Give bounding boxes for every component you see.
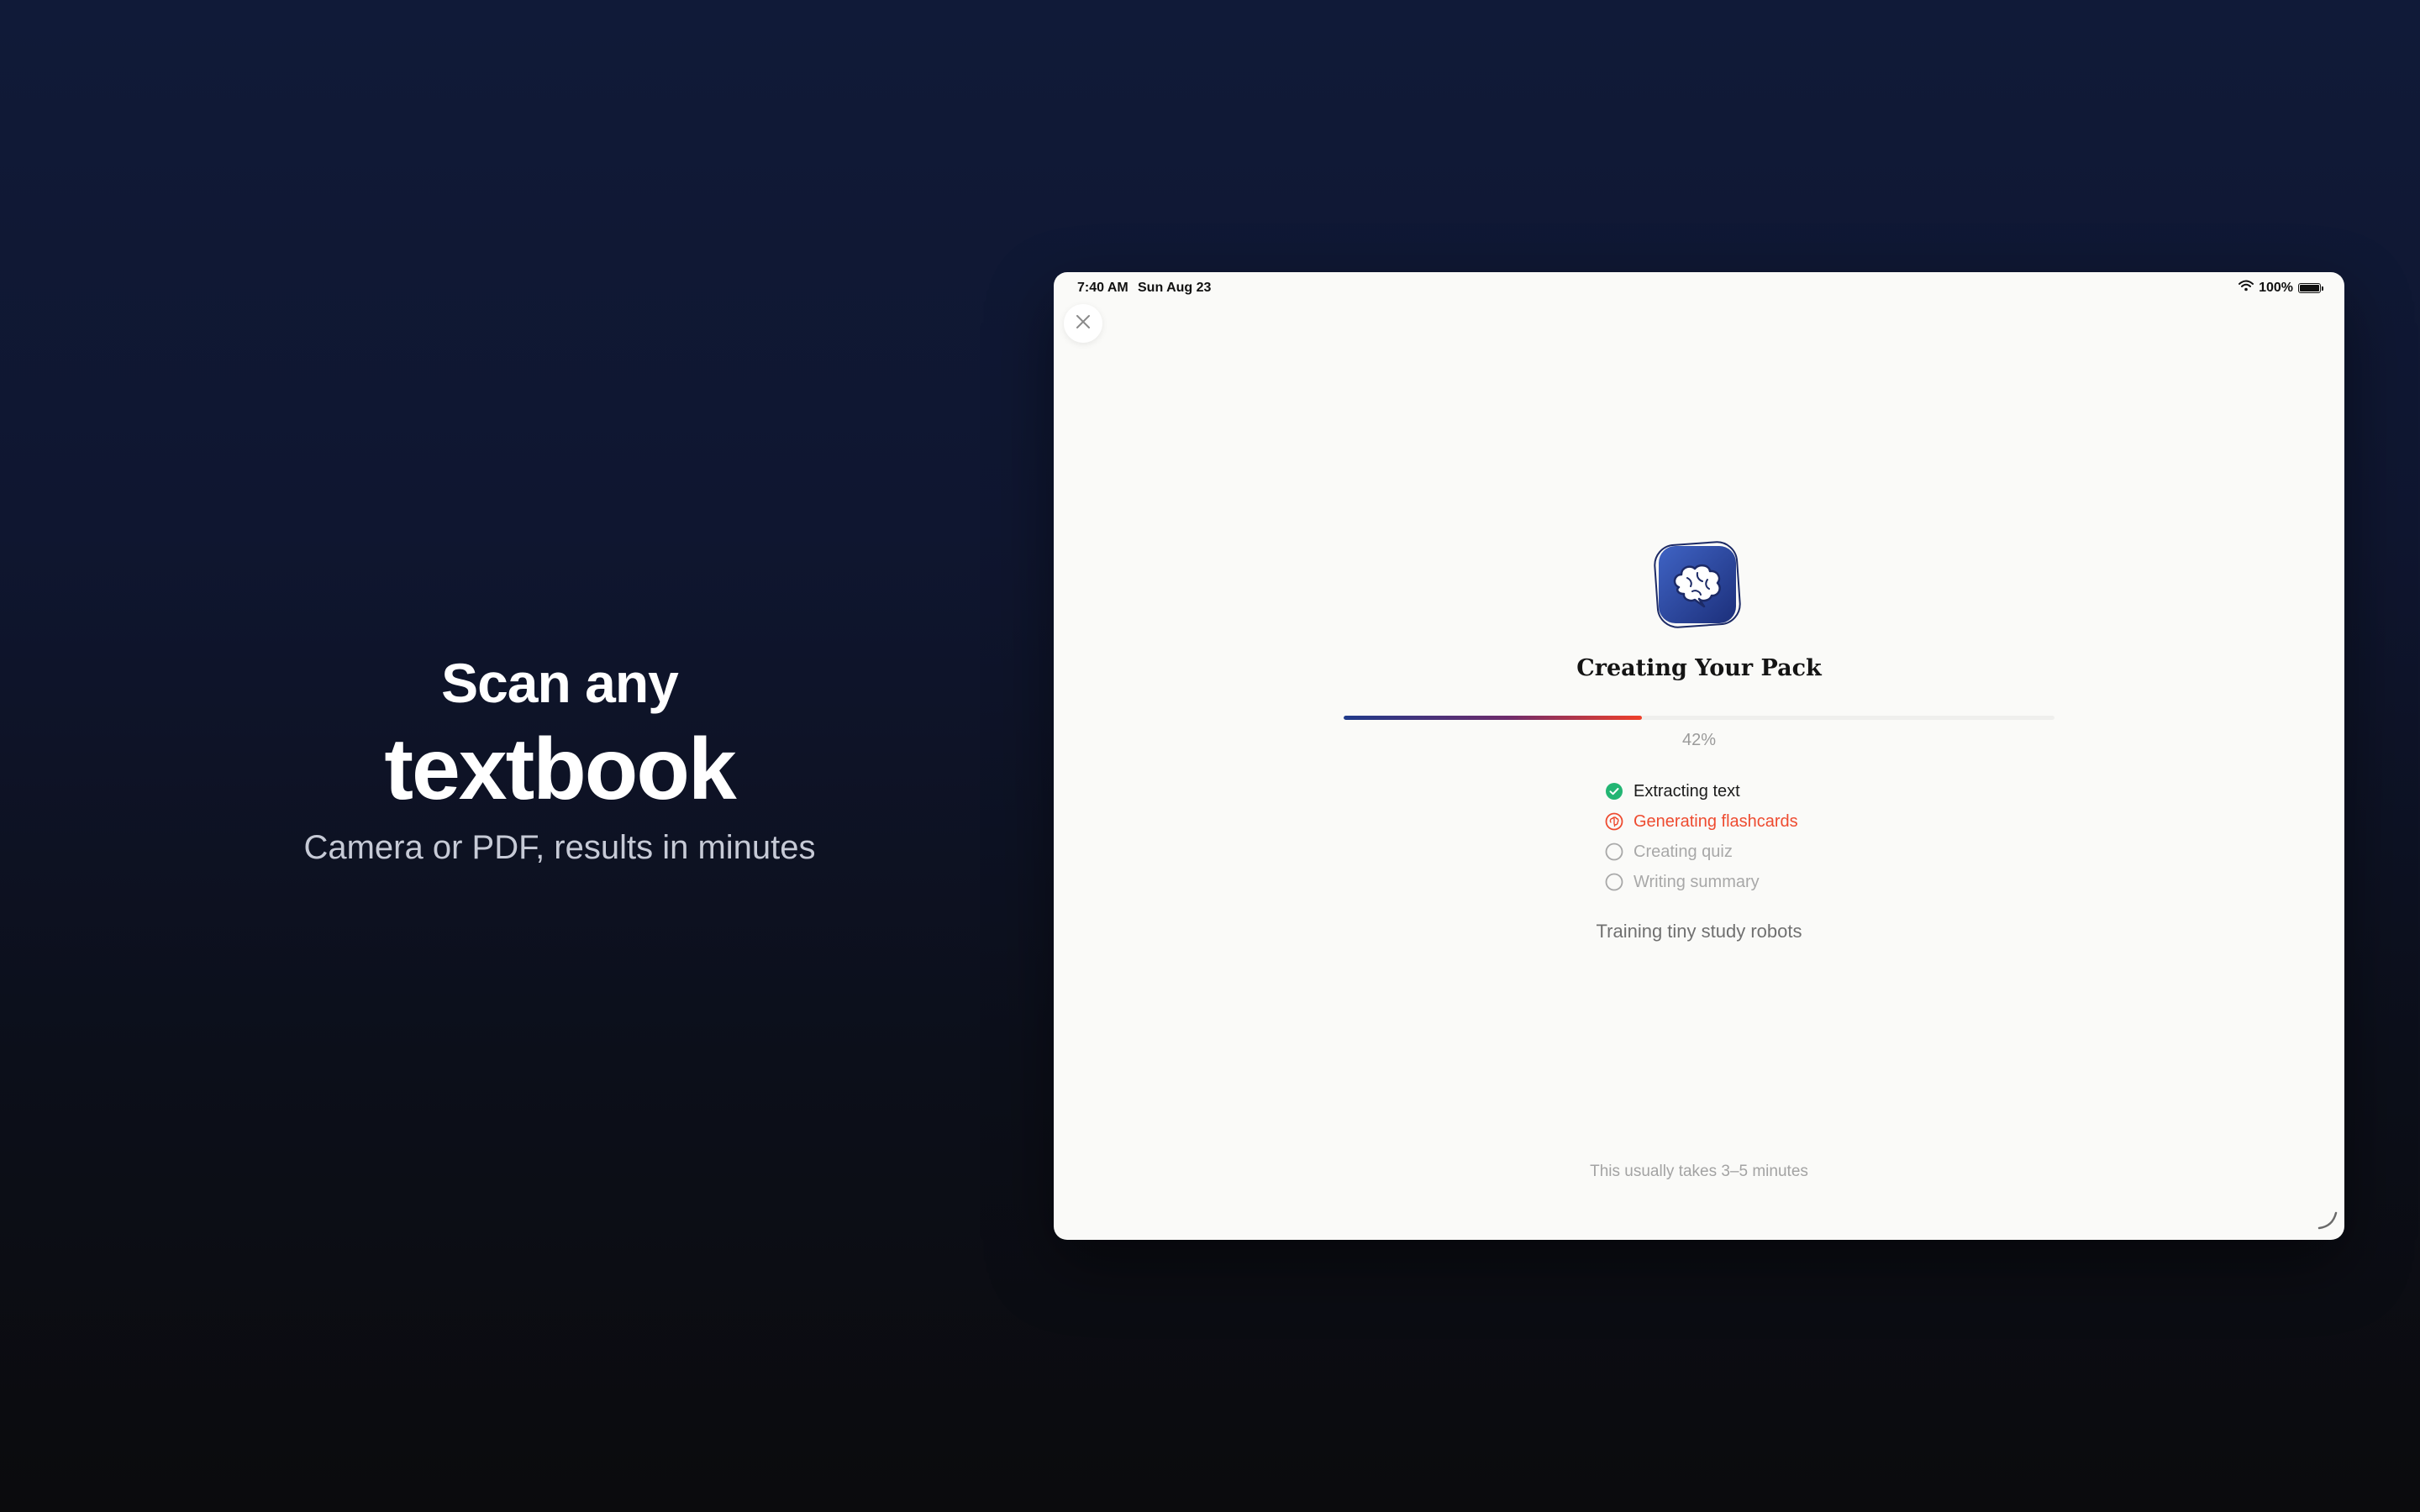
empty-circle-icon <box>1605 843 1623 861</box>
page-title: Creating Your Pack <box>1576 655 1822 681</box>
status-right: 100% <box>2238 280 2323 296</box>
close-button[interactable] <box>1064 304 1102 343</box>
step-label: Creating quiz <box>1634 842 1733 861</box>
status-bar: 7:40 AM Sun Aug 23 100% <box>1054 272 2344 302</box>
progress-percent: 42% <box>1681 731 1717 749</box>
promo-line-2: textbook <box>384 721 736 818</box>
step-label: Generating flashcards <box>1634 811 1798 831</box>
battery-icon <box>2298 282 2323 293</box>
battery-percent: 100% <box>2259 280 2293 295</box>
brain-icon <box>1654 541 1741 628</box>
wifi-icon <box>2238 280 2254 296</box>
step-writing-summary: Writing summary <box>1605 867 1798 897</box>
status-time: 7:40 AM <box>1077 281 1128 295</box>
time-estimate: This usually takes 3–5 minutes <box>1590 1163 1808 1180</box>
check-circle-icon <box>1605 782 1623 801</box>
step-creating-quiz: Creating quiz <box>1605 837 1798 867</box>
step-generating-flashcards: Generating flashcards <box>1605 806 1798 837</box>
promo-headline: Scan any textbook Camera or PDF, results… <box>139 647 980 870</box>
empty-circle-icon <box>1605 873 1623 891</box>
status-date: Sun Aug 23 <box>1138 281 1212 295</box>
promo-subtitle: Camera or PDF, results in minutes <box>303 829 816 866</box>
progress-bar <box>1344 716 2054 720</box>
step-label: Writing summary <box>1634 872 1760 891</box>
step-list: Extracting text Generating flashcards Cr… <box>1605 776 1798 897</box>
close-icon <box>1075 313 1092 333</box>
tablet-screen: 7:40 AM Sun Aug 23 100% Creating Your Pa… <box>1054 272 2344 1240</box>
status-message: Training tiny study robots <box>1596 921 1802 942</box>
resize-handle-icon[interactable] <box>2316 1208 2339 1235</box>
brain-outline-icon <box>1605 812 1623 831</box>
step-label: Extracting text <box>1634 781 1740 801</box>
progress-fill <box>1344 716 1643 720</box>
promo-line-1: Scan any <box>441 652 679 714</box>
step-extracting-text: Extracting text <box>1605 776 1798 806</box>
